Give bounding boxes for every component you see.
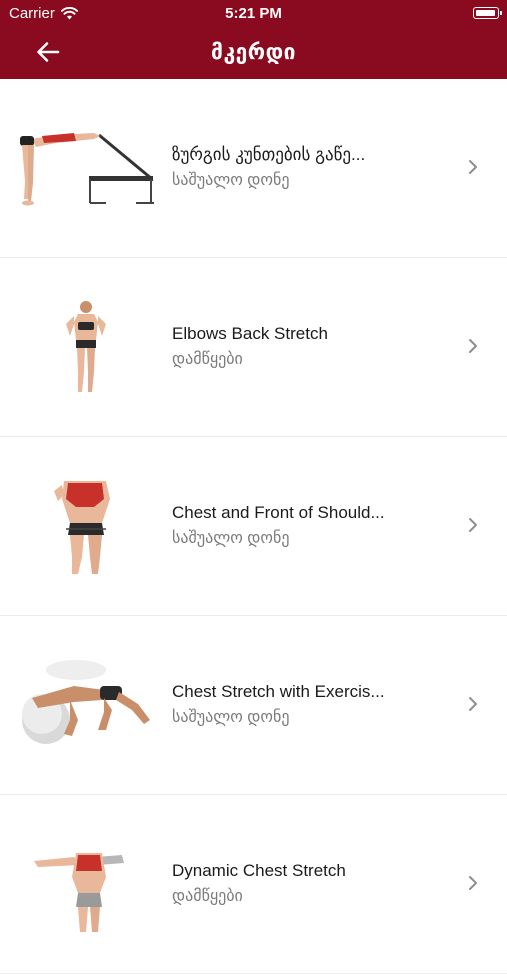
exercise-level: საშუალო დონე — [172, 172, 290, 189]
chevron-right-icon — [469, 518, 477, 532]
exercise-texts: Elbows Back Stretch დამწყები — [172, 324, 422, 369]
arms-open-illustration — [34, 853, 124, 932]
bench-stretch-illustration — [20, 133, 154, 206]
exercise-title: Elbows Back Stretch — [172, 324, 328, 343]
chevron-right-icon — [469, 160, 477, 174]
status-bar: Carrier 5:21 PM — [0, 0, 507, 28]
exercise-level: დამწყები — [172, 888, 243, 905]
exercise-row[interactable]: Chest and Front of Should... საშუალო დონ… — [0, 437, 507, 616]
band-stretch-illustration — [54, 481, 110, 574]
ball-stretch-illustration — [22, 660, 150, 744]
exercise-list: ზურგის კუნთების გაწე... საშუალო დონე Elb… — [0, 79, 507, 974]
exercise-texts: ზურგის კუნთების გაწე... საშუალო დონე — [172, 145, 422, 190]
status-time: 5:21 PM — [225, 5, 282, 22]
chevron-right-icon — [469, 339, 477, 353]
exercise-row[interactable]: Chest Stretch with Exercis... საშუალო დო… — [0, 616, 507, 795]
exercise-title: Chest and Front of Should... — [172, 503, 385, 522]
exercise-row[interactable]: Dynamic Chest Stretch დამწყები — [0, 795, 507, 974]
exercise-level: საშუალო დონე — [172, 709, 290, 726]
chevron-right-icon — [469, 876, 477, 890]
exercise-texts: Chest Stretch with Exercis... საშუალო დო… — [172, 682, 422, 727]
exercise-row[interactable]: Elbows Back Stretch დამწყები — [0, 258, 507, 437]
standing-woman-illustration — [66, 301, 106, 392]
page-title: მკერდი — [211, 41, 296, 64]
exercise-texts: Dynamic Chest Stretch დამწყები — [172, 861, 422, 906]
exercise-level: საშუალო დონე — [172, 530, 290, 547]
battery-fill — [476, 10, 495, 16]
exercise-title: Chest Stretch with Exercis... — [172, 682, 385, 701]
exercise-row[interactable]: ზურგის კუნთების გაწე... საშუალო დონე — [0, 79, 507, 258]
exercise-title: Dynamic Chest Stretch — [172, 861, 346, 880]
app-header: Carrier 5:21 PM მკერდი — [0, 0, 507, 79]
exercise-level: დამწყები — [172, 351, 243, 368]
chevron-right-icon — [469, 697, 477, 711]
battery-icon — [473, 7, 502, 19]
exercise-texts: Chest and Front of Should... საშუალო დონ… — [172, 503, 422, 548]
exercise-title: ზურგის კუნთების გაწე... — [172, 145, 366, 164]
